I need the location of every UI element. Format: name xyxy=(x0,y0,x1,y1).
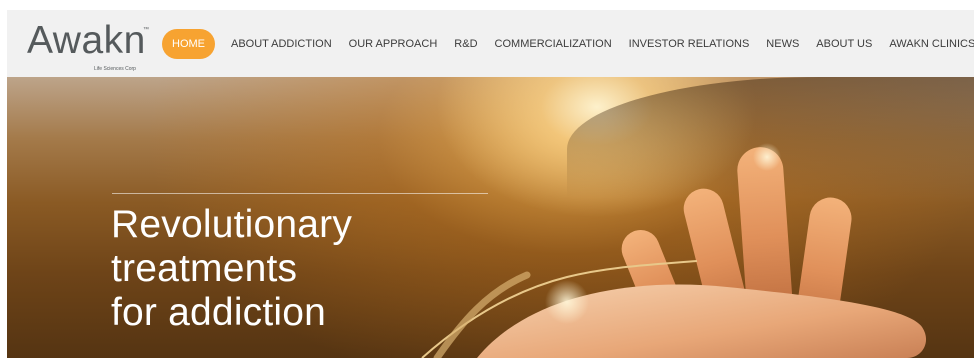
nav-item-about-addiction[interactable]: ABOUT ADDICTION xyxy=(231,38,332,50)
brand-logo[interactable]: Awakn ™ Life Sciences Corp xyxy=(27,19,167,75)
hero-headline-line-1: Revolutionary xyxy=(111,203,353,246)
hero-headline-line-3: for addiction xyxy=(111,291,327,334)
hero-headline: Revolutionary treatments for addiction xyxy=(111,203,352,335)
nav-item-investor-relations[interactable]: INVESTOR RELATIONS xyxy=(629,38,750,50)
nav-item-news[interactable]: NEWS xyxy=(766,38,799,50)
brand-subtitle: Life Sciences Corp xyxy=(94,66,136,72)
hero-headline-line-2: treatments xyxy=(111,247,298,290)
page: Awakn ™ Life Sciences Corp HOME ABOUT AD… xyxy=(0,0,974,358)
nav-item-about-us[interactable]: ABOUT US xyxy=(816,38,872,50)
brand-trademark: ™ xyxy=(143,27,149,33)
nav-item-commercialization[interactable]: COMMERCIALIZATION xyxy=(495,38,612,50)
hero-banner: Revolutionary treatments for addiction xyxy=(7,77,974,358)
main-nav: HOME ABOUT ADDICTION OUR APPROACH R&D CO… xyxy=(162,28,974,60)
nav-item-r-and-d[interactable]: R&D xyxy=(454,38,477,50)
nav-item-our-approach[interactable]: OUR APPROACH xyxy=(349,38,438,50)
nav-item-home[interactable]: HOME xyxy=(162,29,215,59)
site-header: Awakn ™ Life Sciences Corp HOME ABOUT AD… xyxy=(7,10,974,77)
brand-name: Awakn xyxy=(27,19,146,62)
hero-divider xyxy=(112,193,488,194)
nav-item-awakn-clinics[interactable]: AWAKN CLINICS xyxy=(889,38,974,50)
